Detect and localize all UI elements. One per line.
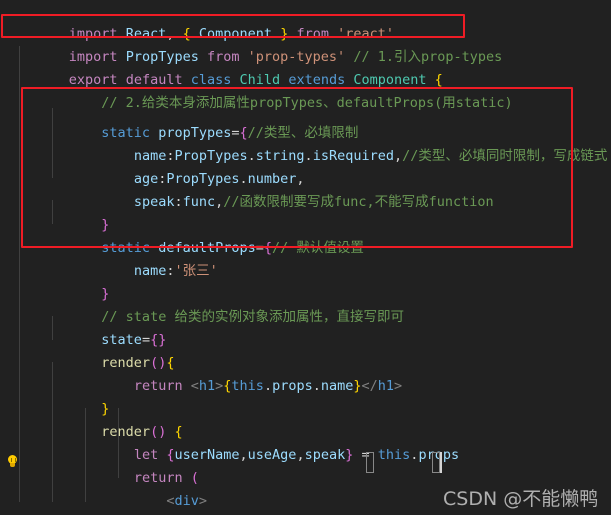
code-line[interactable]: name:'张三' xyxy=(0,237,611,279)
code-line[interactable]: name:PropTypes.string.isRequired,//类型、必填… xyxy=(0,122,611,164)
code-line[interactable]: } xyxy=(0,375,611,417)
code-line[interactable]: return ( xyxy=(0,444,611,486)
lightbulb-filament xyxy=(11,458,16,462)
lightbulb-base xyxy=(10,463,15,467)
csdn-watermark: CSDN @不能懒鸭 xyxy=(443,488,599,510)
code-line[interactable]: import React, { Component } from 'react' xyxy=(0,0,611,42)
code-line[interactable]: state={} xyxy=(0,306,611,348)
code-line[interactable]: age:PropTypes.number, xyxy=(0,145,611,187)
code-area[interactable]: import React, { Component } from 'react'… xyxy=(0,0,611,515)
code-line[interactable]: static defaultProps={// 默认值设置 xyxy=(0,214,611,256)
code-line[interactable]: return <h1>{this.props.name}</h1> xyxy=(0,352,611,394)
code-line[interactable]: // state 给类的实例对象添加属性，直接写即可 xyxy=(0,283,611,325)
code-line[interactable]: static propTypes={//类型、必填限制 xyxy=(0,99,611,141)
code-line[interactable]: export default class Child extends Compo… xyxy=(0,46,611,88)
code-line[interactable]: import PropTypes from 'prop-types' // 1.… xyxy=(0,23,611,65)
code-line[interactable]: render(){ xyxy=(0,329,611,371)
code-line[interactable]: } xyxy=(0,191,611,233)
lightbulb-icon[interactable] xyxy=(6,455,19,469)
code-line[interactable]: } xyxy=(0,260,611,302)
code-line[interactable]: // 2.给类本身添加属性propTypes、defaultProps(用sta… xyxy=(0,69,611,111)
text-caret xyxy=(440,452,442,473)
code-editor-screenshot: import React, { Component } from 'react'… xyxy=(0,0,611,515)
code-line[interactable]: render() { xyxy=(0,398,611,440)
code-line[interactable]: let {userName,useAge,speak} = this.props xyxy=(0,421,611,463)
code-line[interactable]: speak:func,//函数限制要写成func,不能写成function xyxy=(0,168,611,210)
